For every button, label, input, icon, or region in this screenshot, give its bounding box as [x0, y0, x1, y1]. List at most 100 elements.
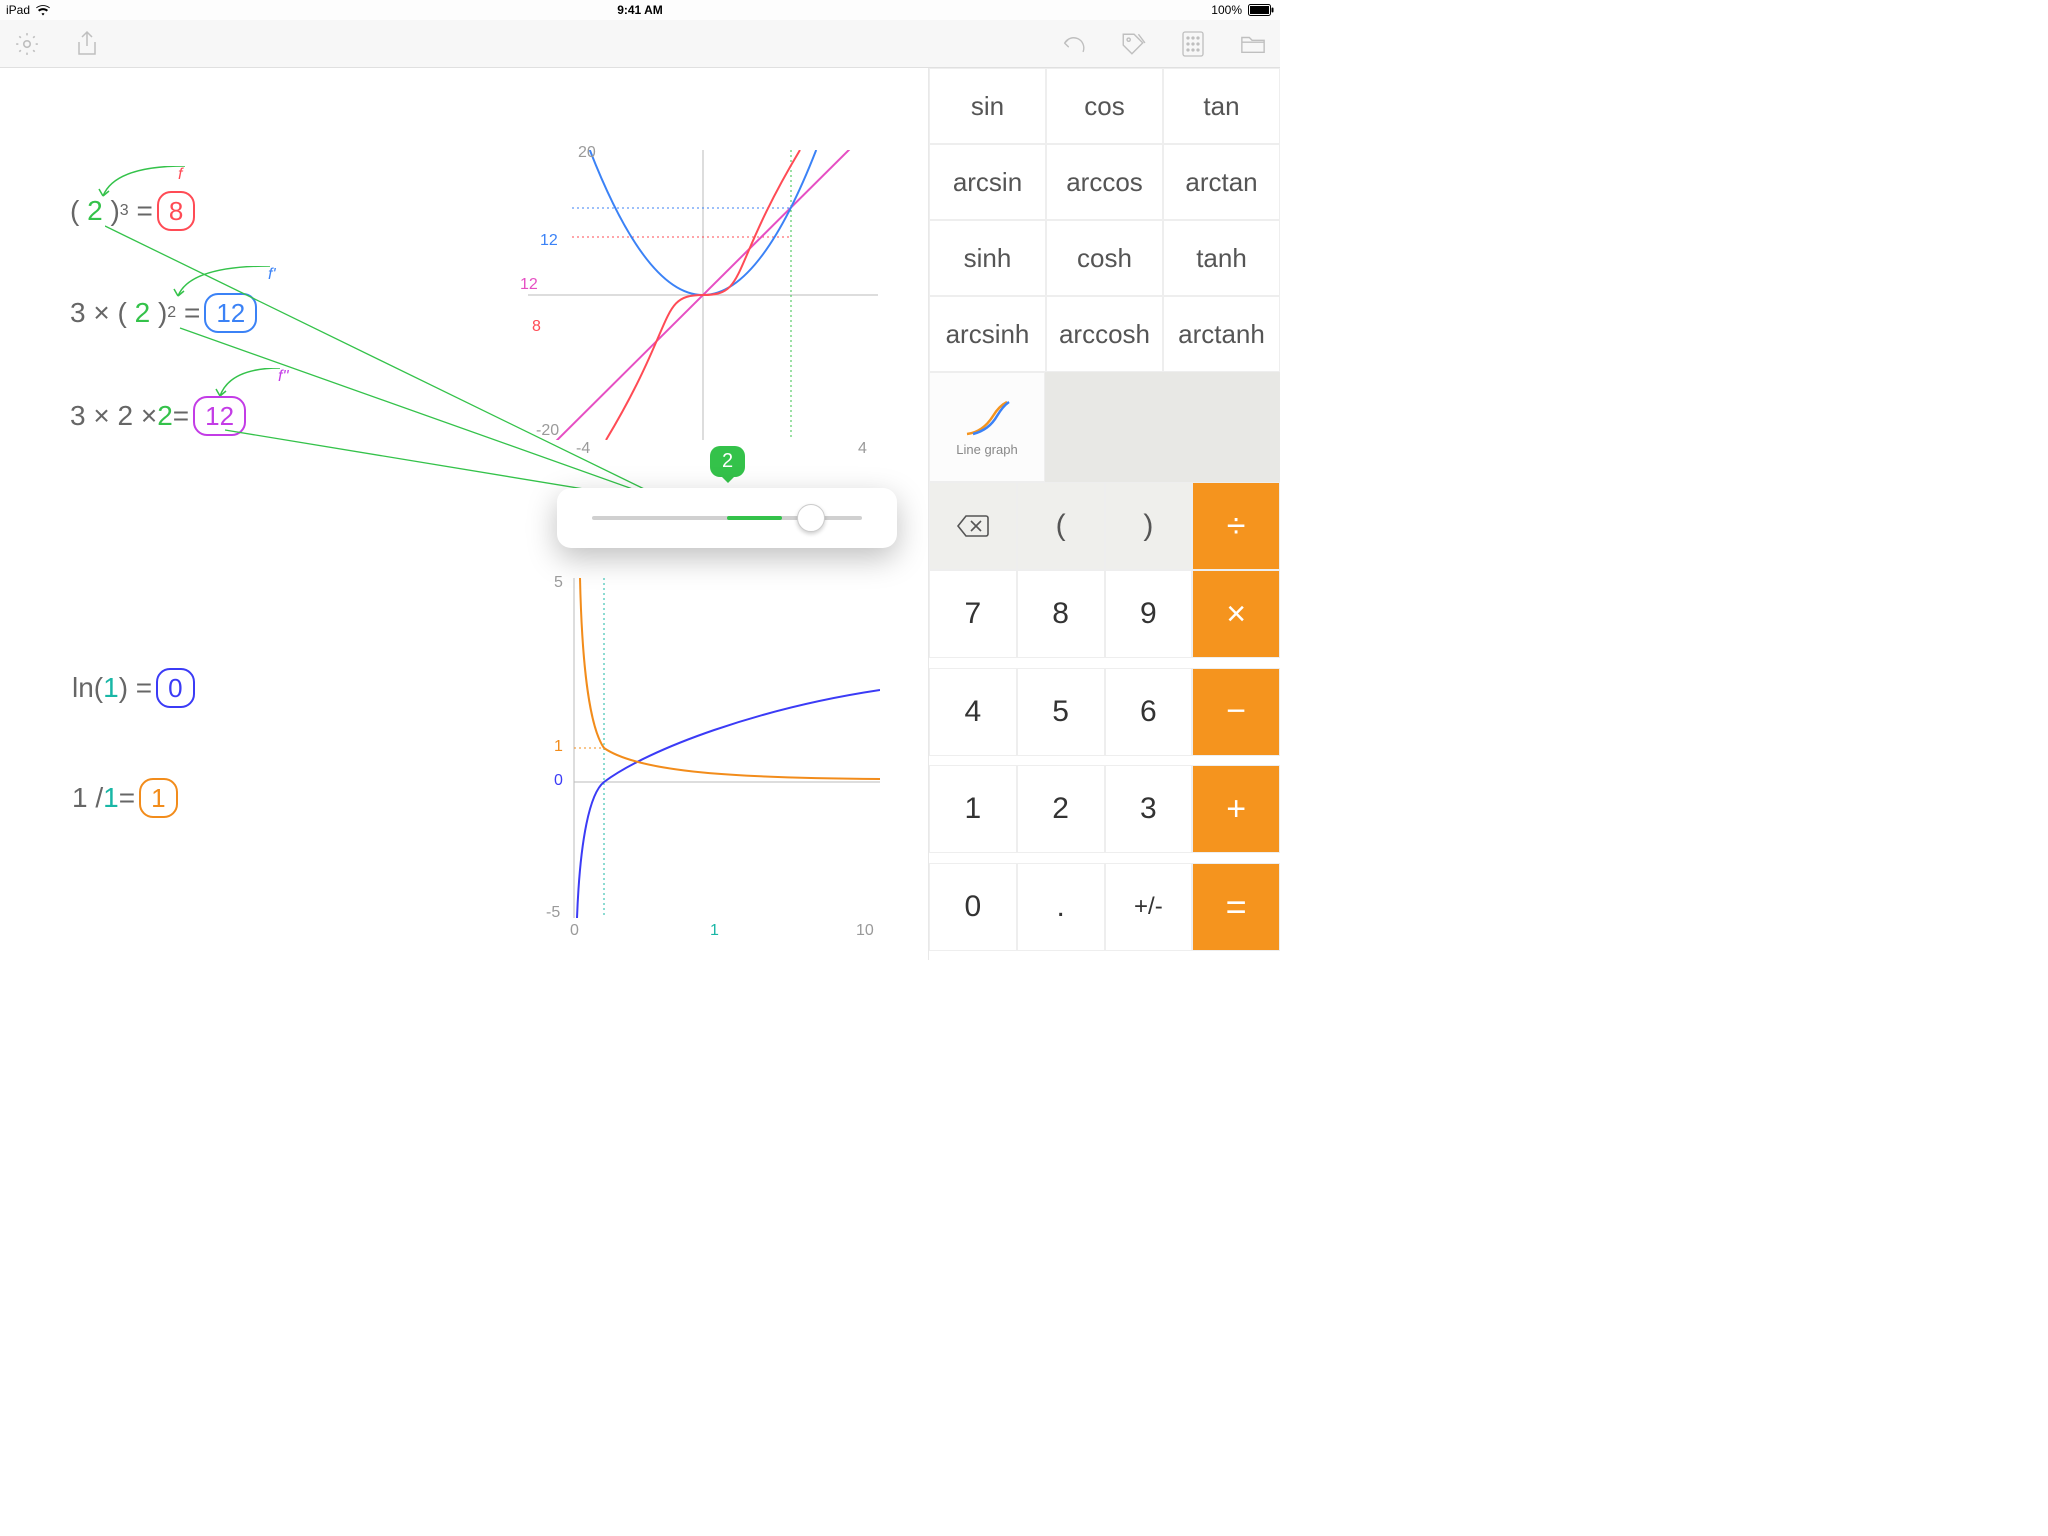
slider-value-badge: 2 — [710, 446, 745, 477]
toolbar — [0, 20, 1280, 68]
eq1-open: ( — [70, 195, 79, 227]
g1-y3: 8 — [532, 318, 541, 336]
equation-4[interactable]: ln( 1 ) = 0 — [72, 668, 195, 708]
key-plusminus[interactable]: +/- — [1105, 863, 1193, 951]
fn-label-f: f — [178, 166, 182, 184]
undo-icon[interactable] — [1060, 31, 1086, 57]
backspace-key[interactable] — [929, 482, 1017, 570]
g2-y1: 1 — [554, 738, 563, 756]
key-dot[interactable]: . — [1017, 863, 1105, 951]
battery-label: 100% — [1211, 3, 1242, 17]
eq4-var: 1 — [103, 672, 119, 704]
g1-ybot: -20 — [536, 422, 559, 440]
eq5-eq: = — [119, 782, 135, 814]
graph-2[interactable]: 5 1 0 -5 0 1 10 — [540, 578, 880, 948]
eq4-close: ) = — [119, 672, 152, 704]
fn-arcsin[interactable]: arcsin — [929, 144, 1046, 220]
fn-arccosh[interactable]: arccosh — [1046, 296, 1163, 372]
multiply-key[interactable]: × — [1192, 570, 1280, 658]
battery-icon — [1248, 4, 1274, 16]
equation-3[interactable]: 3 × 2 × 2 = 12 — [70, 396, 246, 436]
slider-thumb[interactable] — [797, 504, 825, 532]
key-2[interactable]: 2 — [1017, 765, 1105, 853]
g2-y2: 0 — [554, 772, 563, 790]
rparen-key[interactable]: ) — [1105, 482, 1193, 570]
fn-sinh[interactable]: sinh — [929, 220, 1046, 296]
g1-y1: 12 — [540, 232, 558, 250]
fn-tan[interactable]: tan — [1163, 68, 1280, 144]
key-3[interactable]: 3 — [1105, 765, 1193, 853]
eq2-sup: 2 — [167, 304, 176, 322]
eq1-var: 2 — [87, 195, 103, 227]
wifi-icon — [36, 5, 50, 16]
graph-type-row: Line graph — [929, 372, 1280, 482]
key-5[interactable]: 5 — [1017, 668, 1105, 756]
result-5[interactable]: 1 — [139, 778, 177, 818]
fn-cos[interactable]: cos — [1046, 68, 1163, 144]
key-8[interactable]: 8 — [1017, 570, 1105, 658]
slider-popover[interactable] — [557, 488, 897, 548]
key-4[interactable]: 4 — [929, 668, 1017, 756]
settings-icon[interactable] — [14, 31, 40, 57]
line-graph-icon — [963, 398, 1011, 438]
eq5-var: 1 — [103, 782, 119, 814]
fn-arcsinh[interactable]: arcsinh — [929, 296, 1046, 372]
tag-icon[interactable] — [1120, 31, 1146, 57]
eq2-close: ) — [158, 297, 167, 329]
eq1-eq: = — [136, 195, 152, 227]
g2-ybot: -5 — [546, 904, 560, 922]
eq3-pre: 3 × 2 × — [70, 400, 157, 432]
g1-y2: 12 — [520, 276, 538, 294]
add-key[interactable]: + — [1192, 765, 1280, 853]
g1-ytop: 20 — [578, 144, 596, 162]
eq2-eq: = — [184, 297, 200, 329]
equation-5[interactable]: 1 / 1 = 1 — [72, 778, 178, 818]
eq3-var: 2 — [157, 400, 173, 432]
equation-1[interactable]: ( 2 )3 = 8 — [70, 191, 195, 231]
key-6[interactable]: 6 — [1105, 668, 1193, 756]
fn-tanh[interactable]: tanh — [1163, 220, 1280, 296]
eq1-close: ) — [110, 195, 119, 227]
g2-xmid: 1 — [710, 922, 719, 940]
folder-icon[interactable] — [1240, 31, 1266, 57]
fn-sin[interactable]: sin — [929, 68, 1046, 144]
subtract-key[interactable]: − — [1192, 668, 1280, 756]
eq5-pre: 1 / — [72, 782, 103, 814]
key-9[interactable]: 9 — [1105, 570, 1193, 658]
result-1[interactable]: 8 — [157, 191, 195, 231]
eq2-pre: 3 × ( — [70, 297, 127, 329]
key-7[interactable]: 7 — [929, 570, 1017, 658]
result-3[interactable]: 12 — [193, 396, 246, 436]
line-graph-label: Line graph — [956, 442, 1017, 457]
lparen-key[interactable]: ( — [1017, 482, 1105, 570]
grid-icon[interactable] — [1180, 31, 1206, 57]
result-4[interactable]: 0 — [156, 668, 194, 708]
fn-arccos[interactable]: arccos — [1046, 144, 1163, 220]
result-2[interactable]: 12 — [204, 293, 257, 333]
line-graph-button[interactable]: Line graph — [929, 372, 1045, 482]
g1-xright: 4 — [858, 440, 867, 458]
equals-key[interactable]: = — [1192, 863, 1280, 951]
graph-1[interactable]: 20 12 12 8 -20 -4 4 — [528, 150, 878, 460]
equation-2[interactable]: 3 × ( 2 )2 = 12 — [70, 293, 257, 333]
fn-label-fprime: f' — [268, 266, 276, 284]
share-icon[interactable] — [74, 31, 100, 57]
g1-xleft: -4 — [576, 440, 590, 458]
divide-key[interactable]: ÷ — [1192, 482, 1280, 570]
key-1[interactable]: 1 — [929, 765, 1017, 853]
g2-ytop: 5 — [554, 574, 563, 592]
sidebar: sin cos tan arcsin arccos arctan sinh co… — [928, 68, 1280, 960]
g2-xright: 10 — [856, 922, 874, 940]
canvas[interactable]: f ( 2 )3 = 8 f' 3 × ( 2 )2 = 12 f'' 3 × … — [0, 68, 928, 960]
eq3-eq: = — [173, 400, 189, 432]
backspace-icon — [956, 514, 990, 538]
eq1-sup: 3 — [120, 202, 129, 220]
keypad-top-row: ( ) ÷ — [929, 482, 1280, 570]
key-0[interactable]: 0 — [929, 863, 1017, 951]
fn-cosh[interactable]: cosh — [1046, 220, 1163, 296]
device-label: iPad — [6, 3, 30, 17]
fn-arctanh[interactable]: arctanh — [1163, 296, 1280, 372]
slider-track[interactable] — [592, 516, 862, 520]
eq4-pre: ln( — [72, 672, 103, 704]
fn-arctan[interactable]: arctan — [1163, 144, 1280, 220]
